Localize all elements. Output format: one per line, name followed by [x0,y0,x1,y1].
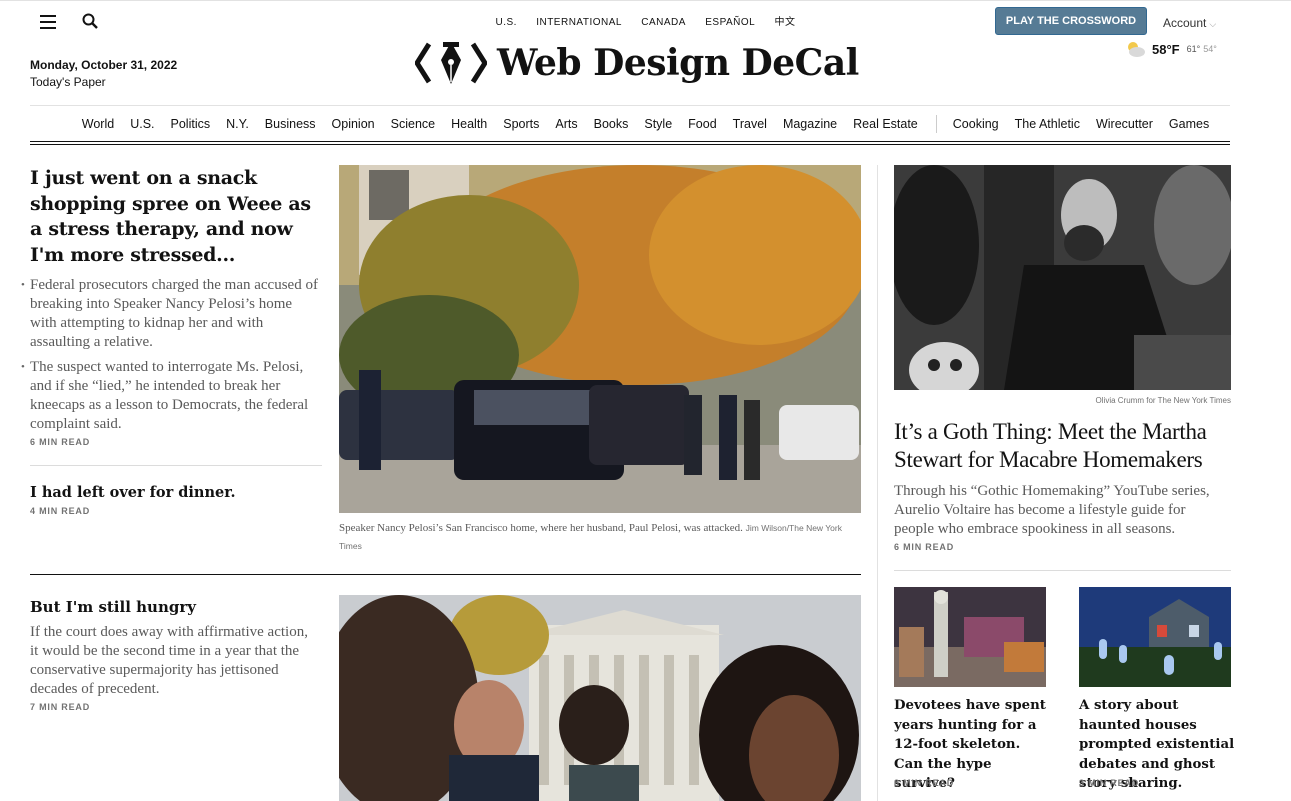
nav-sports[interactable]: Sports [503,117,539,133]
pen-nib-logo-icon [415,42,487,84]
goth-photo-credit: Olivia Crumm for The New York Times [1095,396,1231,405]
skeleton-photo[interactable] [894,587,1046,687]
haunted-house-read-time: 3 MIN READ [1079,778,1140,788]
nav-opinion[interactable]: Opinion [332,117,375,133]
nav-world[interactable]: World [82,117,114,133]
nav-arts[interactable]: Arts [555,117,577,133]
section-divider [30,574,861,575]
nav-books[interactable]: Books [594,117,629,133]
account-menu[interactable]: Account ⌵ [1163,16,1216,30]
lead-caption-text: Speaker Nancy Pelosi’s San Francisco hom… [339,522,743,534]
edition-us[interactable]: U.S. [495,17,516,28]
story3-headline[interactable]: But I'm still hungry [30,598,196,616]
nav-top-divider [30,105,1230,106]
court-photo[interactable] [339,595,861,801]
lead-photo[interactable] [339,165,861,513]
story-divider [30,465,322,466]
nav-bottom-rule [30,141,1230,142]
story2-headline[interactable]: I had left over for dinner. [30,484,236,501]
skeleton-read-time: 8 MIN READ [894,778,955,788]
nav-bottom-rule-2 [30,144,1230,145]
lead-bullet-1: • Federal prosecutors charged the man acc… [21,276,322,352]
lead-bullets: • Federal prosecutors charged the man acc… [21,276,322,440]
todays-paper-link[interactable]: Today's Paper [30,75,106,89]
nav-food[interactable]: Food [688,117,717,133]
weather-low: 54° [1203,44,1217,54]
chevron-down-icon: ⌵ [1209,19,1217,29]
nav-ny[interactable]: N.Y. [226,117,249,133]
story3-read-time: 7 MIN READ [30,702,91,712]
weather-temp: 58°F [1152,41,1180,57]
nav-style[interactable]: Style [644,117,672,133]
nav-the-athletic[interactable]: The Athletic [1015,117,1080,133]
right-divider [894,570,1231,571]
edition-chinese[interactable]: 中文 [775,13,796,28]
nav-business[interactable]: Business [265,117,316,133]
lead-bullet-text-2: The suspect wanted to interrogate Ms. Pe… [30,359,309,432]
section-nav: World U.S. Politics N.Y. Business Opinio… [0,115,1291,133]
logo-text: Web Design DeCal [497,42,859,84]
nav-health[interactable]: Health [451,117,487,133]
edition-international[interactable]: INTERNATIONAL [536,17,622,28]
nav-wirecutter[interactable]: Wirecutter [1096,117,1153,133]
bullet-icon: • [21,361,25,373]
goth-photo[interactable] [894,165,1231,390]
lead-caption: Speaker Nancy Pelosi’s San Francisco hom… [339,519,861,555]
nav-us[interactable]: U.S. [130,117,154,133]
story3-summary: If the court does away with affirmative … [30,624,308,697]
weather-high: 61° [1186,44,1201,54]
nav-politics[interactable]: Politics [171,117,211,133]
nav-magazine[interactable]: Magazine [783,117,837,133]
play-crossword-button[interactable]: PLAY THE CROSSWORD [995,7,1147,35]
weather-widget[interactable]: 58°F 61° 54° [1124,40,1217,58]
nav-separator [935,115,937,133]
partly-cloudy-icon [1128,42,1145,57]
nav-science[interactable]: Science [391,117,435,133]
lead-bullet-text-1: Federal prosecutors charged the man accu… [30,277,318,350]
nav-travel[interactable]: Travel [733,117,767,133]
haunted-house-photo[interactable] [1079,587,1231,687]
current-date: Monday, October 31, 2022 [30,58,178,72]
goth-summary: Through his “Gothic Homemaking” YouTube … [894,483,1210,537]
top-border [0,0,1291,1]
nav-games[interactable]: Games [1169,117,1209,133]
weather-high-low: 61° 54° [1187,44,1217,54]
lead-headline[interactable]: I just went on a snack shopping spree on… [30,166,320,268]
bullet-icon: • [21,279,25,291]
column-separator [877,165,878,801]
goth-read-time: 6 MIN READ [894,542,955,552]
story2-read-time: 4 MIN READ [30,506,91,516]
nav-cooking[interactable]: Cooking [953,117,999,133]
account-label: Account [1163,16,1207,30]
lead-bullet-2: • The suspect wanted to interrogate Ms. P… [21,358,322,434]
nav-real-estate[interactable]: Real Estate [853,117,918,133]
edition-espanol[interactable]: ESPAÑOL [705,17,755,28]
lead-read-time: 6 MIN READ [30,437,91,447]
edition-canada[interactable]: CANADA [641,17,686,28]
site-logo[interactable]: Web Design DeCal [415,38,859,88]
goth-headline[interactable]: It’s a Goth Thing: Meet the Martha Stewa… [894,418,1231,474]
